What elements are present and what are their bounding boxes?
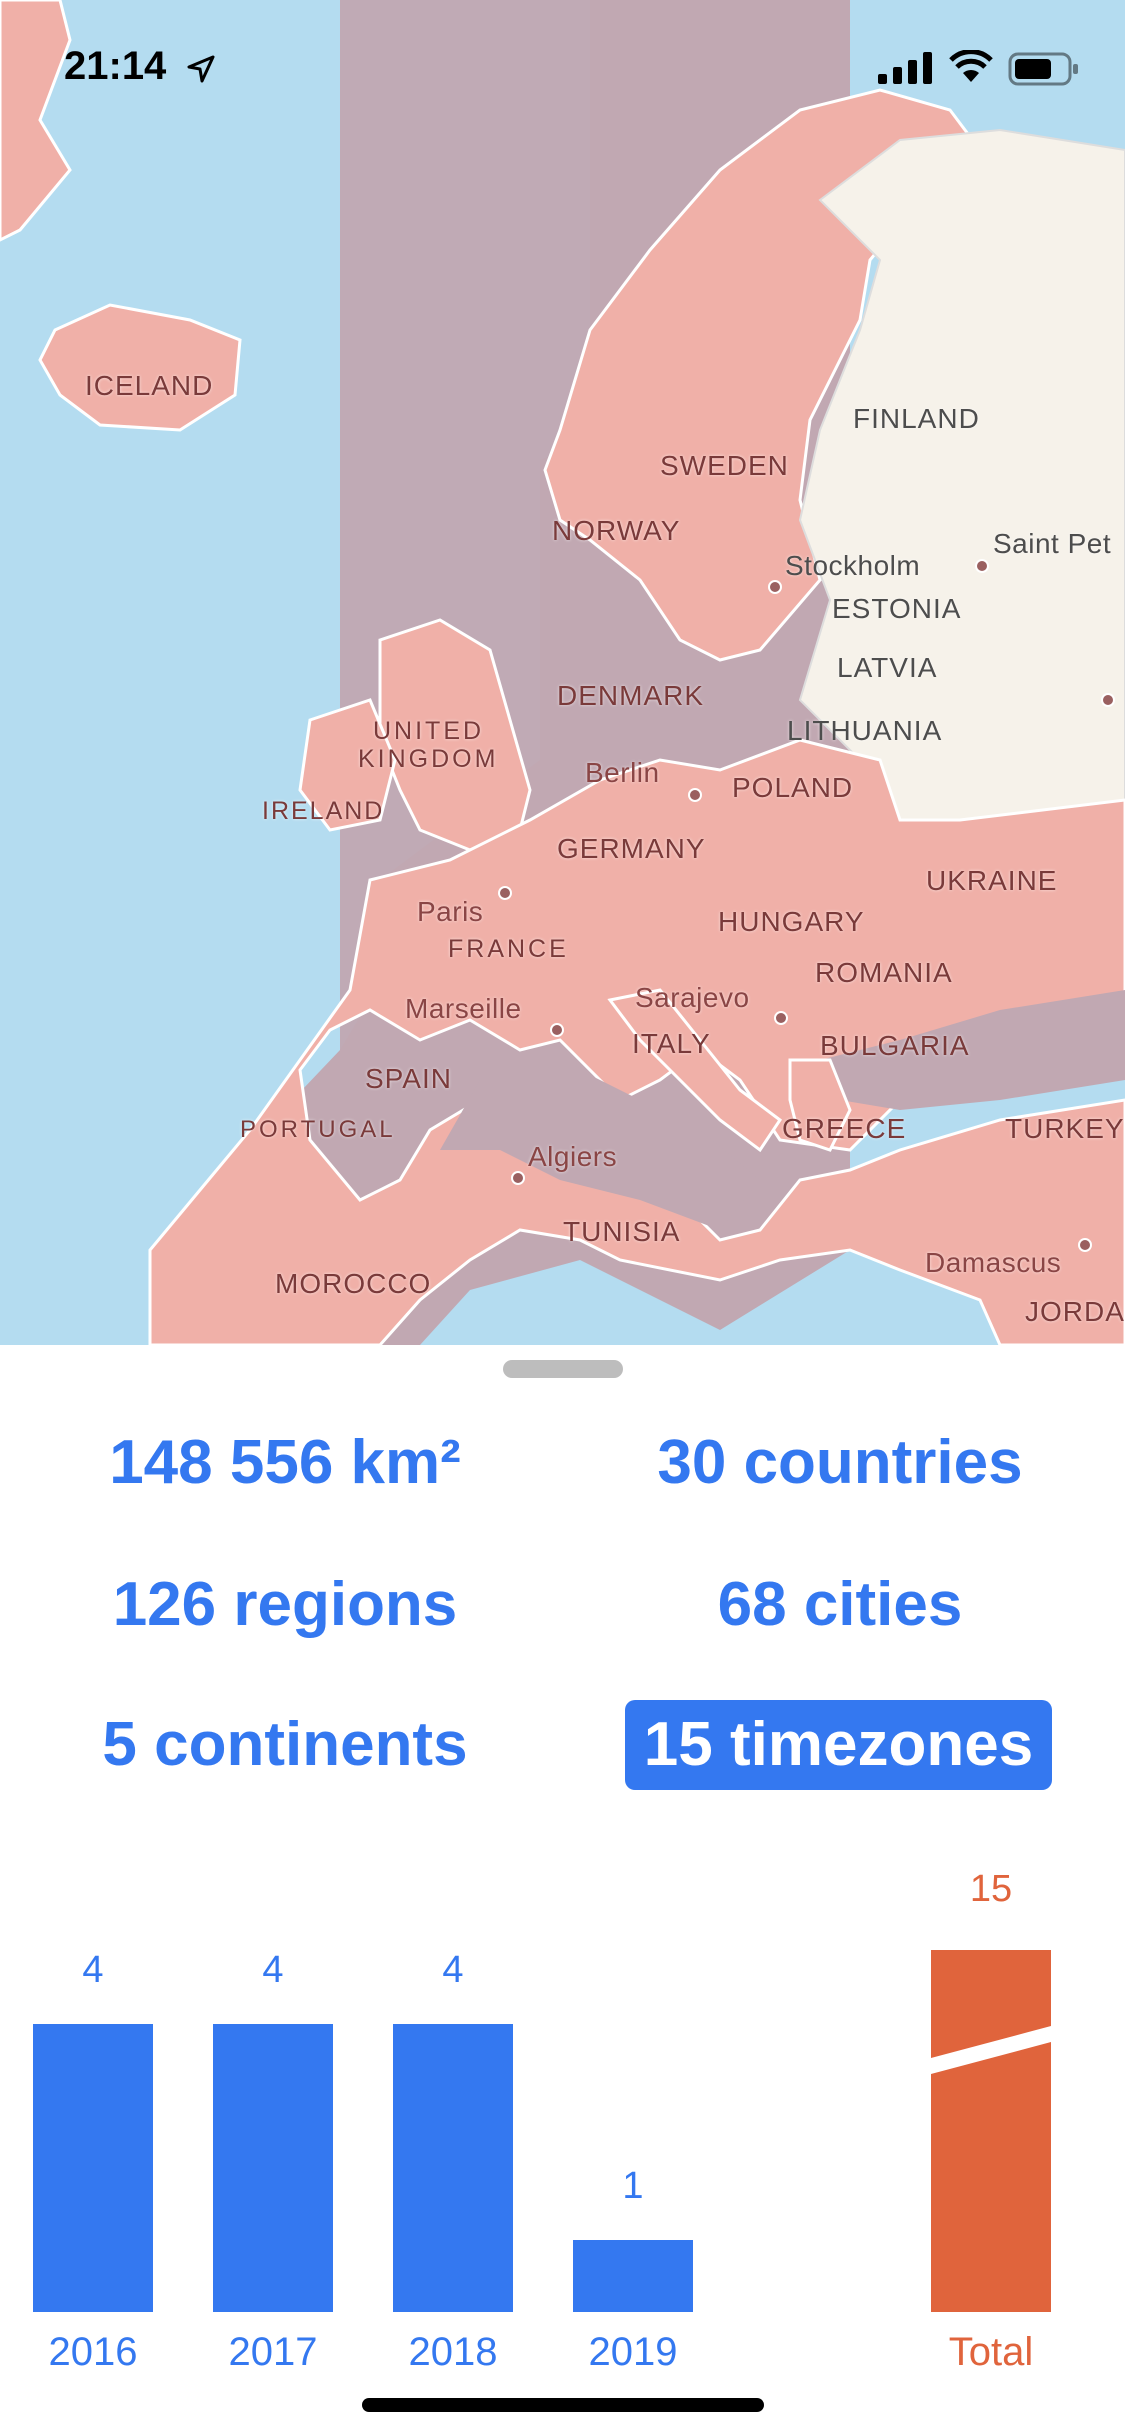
map-city-dots: [498, 559, 1115, 1252]
chart-bar-value-total: 15: [969, 1868, 1013, 1910]
chart-bar-2016[interactable]: [33, 2024, 153, 2312]
location-arrow-icon: [187, 55, 215, 83]
battery-icon: [1008, 52, 1078, 86]
chart-category-2018: 2018: [408, 2330, 498, 2374]
wifi-icon: [949, 50, 993, 82]
chart-category-total: Total: [948, 2330, 1034, 2374]
chart-bar-value-2017: 4: [262, 1949, 284, 1991]
chart-bar-2018[interactable]: [393, 2024, 513, 2312]
chart-category-2017: 2017: [228, 2330, 318, 2374]
stat-regions[interactable]: 126 regions: [70, 1560, 500, 1650]
chart-bar-2019[interactable]: [573, 2240, 693, 2312]
stat-continents[interactable]: 5 continents: [70, 1700, 500, 1790]
stat-cities[interactable]: 68 cities: [625, 1560, 1055, 1650]
chart-bar-value-2018: 4: [442, 1949, 464, 1991]
chart-bar-2017[interactable]: [213, 2024, 333, 2312]
home-indicator: [362, 2398, 764, 2412]
chart-category-2019: 2019: [588, 2330, 678, 2374]
chart-bar-total[interactable]: [931, 1950, 1051, 2312]
chart-category-2016: 2016: [48, 2330, 138, 2374]
chart-bar-value-2016: 4: [82, 1949, 104, 1991]
stat-area[interactable]: 148 556 km²: [70, 1418, 500, 1508]
map-view[interactable]: ICELAND NORWAY SWEDEN FINLAND ESTONIA LA…: [0, 0, 1125, 1345]
chart-bar-value-2019: 1: [622, 2165, 644, 2207]
status-bar: 21:14: [0, 0, 1125, 140]
cellular-signal-icon: [878, 52, 932, 84]
status-time: 21:14: [64, 44, 167, 88]
sheet-grabber-handle[interactable]: [503, 1360, 623, 1378]
stat-timezones[interactable]: 15 timezones: [625, 1700, 1052, 1790]
stat-countries[interactable]: 30 countries: [625, 1418, 1055, 1508]
